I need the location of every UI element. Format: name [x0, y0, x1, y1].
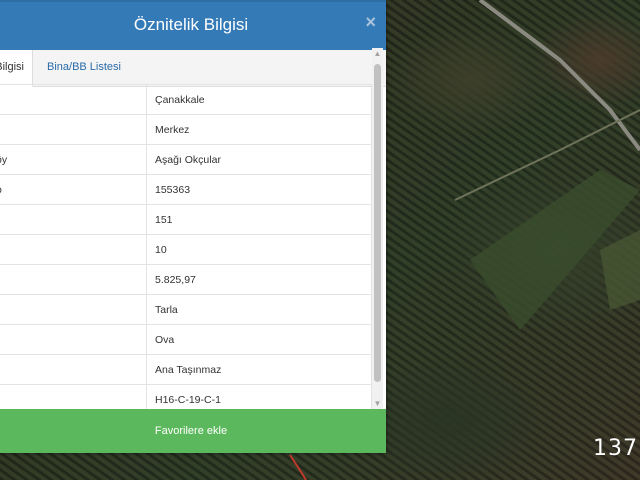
- scrollbar-thumb[interactable]: [374, 64, 381, 382]
- attribute-value: Ana Taşınmaz: [146, 354, 372, 385]
- table-row: Ova: [0, 324, 372, 355]
- close-icon[interactable]: ×: [365, 12, 376, 33]
- add-to-favorites-button[interactable]: Favorilere ekle: [0, 409, 386, 453]
- tab-building-list[interactable]: Bina/BB Listesi: [39, 50, 129, 85]
- table-row: öy Aşağı Okçular: [0, 144, 372, 175]
- dialog-title: Öznitelik Bilgisi: [133, 15, 249, 34]
- table-row: H16-C-19-C-1: [0, 384, 372, 409]
- table-row: ı5.825,97: [0, 264, 372, 295]
- attribute-key: [0, 234, 147, 265]
- attribute-key: [0, 114, 147, 145]
- attribute-key: [0, 324, 147, 355]
- attribute-key: [0, 294, 147, 325]
- attribute-value: 5.825,97: [146, 264, 372, 295]
- attribute-key: [0, 204, 147, 235]
- dialog-titlebar: Öznitelik Bilgisi ×: [0, 0, 386, 50]
- tab-bar: Bilgisi Bina/BB Listesi: [0, 50, 386, 87]
- attribute-key-text: o: [0, 184, 2, 196]
- attribute-key-text: öy: [0, 153, 8, 166]
- attribute-key: o: [0, 174, 147, 205]
- attribute-key: [0, 354, 147, 385]
- table-row: Tarla: [0, 294, 372, 325]
- road-line: [478, 0, 640, 152]
- attribute-value: Tarla: [146, 294, 372, 325]
- table-row: o 155363: [0, 174, 372, 205]
- attribute-value: H16-C-19-C-1: [146, 384, 372, 409]
- tab-parcel-info[interactable]: Bilgisi: [0, 50, 33, 87]
- attribute-value: Aşağı Okçular: [146, 144, 372, 175]
- map-number-label: 137: [593, 436, 638, 461]
- field-patch: [600, 230, 640, 310]
- attribute-value: Çanakkale: [146, 84, 372, 115]
- scroll-up-icon[interactable]: ▲: [372, 48, 383, 59]
- attribute-value: 10: [146, 234, 372, 265]
- table-row: Merkez: [0, 114, 372, 145]
- vertical-scrollbar[interactable]: ▲ ▼: [372, 48, 383, 409]
- table-row: Ana Taşınmaz: [0, 354, 372, 385]
- attribute-key: [0, 384, 147, 409]
- attribute-key: öy: [0, 144, 147, 175]
- attribute-key: ı: [0, 264, 147, 295]
- attribute-value: Ova: [146, 324, 372, 355]
- table-row: 151: [0, 204, 372, 235]
- attribute-value: Merkez: [146, 114, 372, 145]
- attribute-info-dialog: Öznitelik Bilgisi × Bilgisi Bina/BB List…: [0, 0, 386, 453]
- attribute-value: 151: [146, 204, 372, 235]
- attribute-table: ÇanakkaleMerkez öy Aşağı Okçular o 155363151…: [0, 84, 372, 409]
- attribute-value: 155363: [146, 174, 372, 205]
- table-row: Çanakkale: [0, 84, 372, 115]
- parcel-boundary: [289, 454, 307, 480]
- attribute-key: [0, 84, 147, 115]
- scroll-down-icon[interactable]: ▼: [372, 398, 383, 409]
- table-row: 10: [0, 234, 372, 265]
